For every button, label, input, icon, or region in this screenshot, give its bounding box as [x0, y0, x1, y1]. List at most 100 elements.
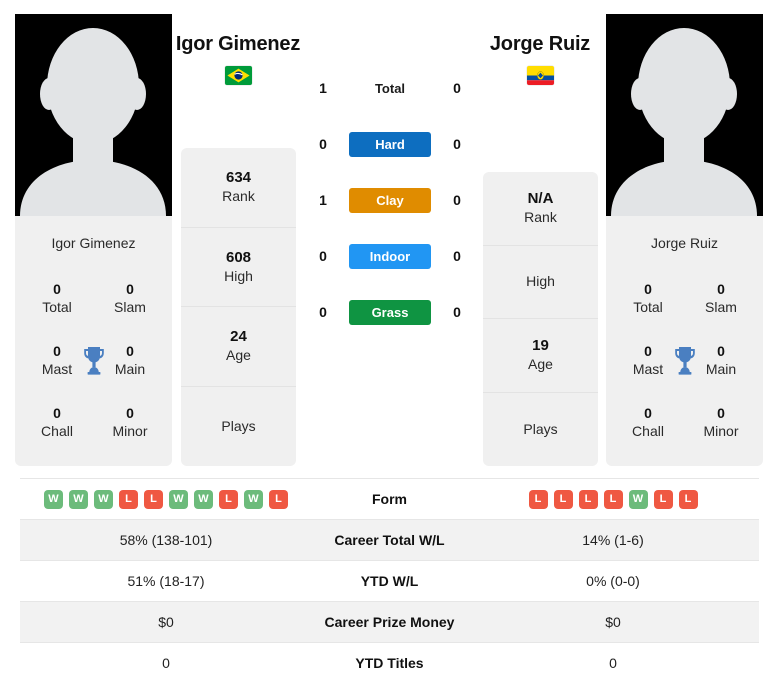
- titles-chall: 0 Chall: [624, 404, 672, 441]
- form-badges-right: LLLLWLL: [467, 489, 759, 509]
- surface-score-left: 0: [319, 248, 327, 264]
- plays-label: Plays: [221, 417, 256, 434]
- surface-badge-clay[interactable]: Clay: [349, 187, 431, 213]
- surface-score-right: 0: [453, 248, 461, 264]
- rank-value: 634: [225, 169, 252, 187]
- surface-row-total: 1 Total 0: [300, 60, 480, 116]
- titles-slam: 0 Slam: [106, 280, 154, 317]
- surface-score-left: 1: [319, 80, 327, 96]
- titles-slam-label: Slam: [705, 298, 737, 315]
- trophy-icon: [674, 347, 695, 375]
- table-row: $0 Career Prize Money $0: [20, 601, 759, 642]
- titles-main-label: Main: [705, 360, 737, 377]
- surface-score-right: 0: [453, 304, 461, 320]
- form-badge-win: W: [244, 489, 263, 509]
- surface-score-left: 0: [319, 136, 327, 152]
- rank-cell-high: High: [483, 246, 598, 319]
- titles-chall-label: Chall: [41, 422, 73, 439]
- table-row: 51% (18-17) YTD W/L 0% (0-0): [20, 560, 759, 601]
- high-label: High: [224, 267, 253, 284]
- form-badge-loss: L: [269, 489, 288, 509]
- player-comparison-header: Igor Gimenez Jorge Ruiz 1 Total 0 0 Hard…: [0, 0, 779, 472]
- titles-grid-left: 0 Total 0 Slam 0 Mast 0 Main 0 Chall 0 M…: [15, 267, 172, 453]
- rank-label: Rank: [524, 209, 557, 226]
- head-to-head-comparison: Igor Gimenez Jorge Ruiz 1 Total 0 0 Hard…: [0, 0, 779, 699]
- high-label: High: [526, 273, 555, 290]
- form-cell-right: LLLLWLL: [467, 489, 759, 509]
- titles-chall: 0 Chall: [33, 404, 81, 441]
- titles-total-value: 0: [644, 280, 652, 297]
- titles-minor-value: 0: [717, 404, 725, 421]
- stat-value-right: $0: [605, 614, 621, 630]
- titles-main: 0 Main: [697, 342, 745, 379]
- player-card-name: Jorge Ruiz: [651, 235, 718, 251]
- age-value: 24: [230, 328, 247, 346]
- rank-cell-age: 24 Age: [181, 307, 296, 387]
- rank-card-right: N/A Rank High 19 Age Plays: [483, 172, 598, 466]
- player-name-right: Jorge Ruiz: [489, 33, 591, 55]
- table-row: 58% (138-101) Career Total W/L 14% (1-6): [20, 519, 759, 560]
- form-badge-win: W: [44, 489, 63, 509]
- titles-minor-label: Minor: [112, 422, 148, 439]
- stat-value-left: 58% (138-101): [119, 532, 213, 548]
- titles-mast-label: Mast: [41, 360, 73, 377]
- titles-row-3: 0 Chall 0 Minor: [606, 391, 763, 453]
- titles-mast-value: 0: [644, 342, 652, 359]
- surface-badge-grass[interactable]: Grass: [349, 299, 431, 325]
- stat-value-right: 0% (0-0): [586, 573, 640, 589]
- form-badges-left: WWWLLWWLWL: [20, 489, 312, 509]
- player-card-left: Igor Gimenez 0 Total 0 Slam 0 Mast 0 Mai…: [15, 216, 172, 466]
- titles-main-value: 0: [126, 342, 134, 359]
- stat-value-left: 0: [162, 655, 170, 671]
- age-label: Age: [226, 347, 251, 364]
- stat-value-left: $0: [158, 614, 174, 630]
- player-card-name: Igor Gimenez: [51, 235, 136, 251]
- form-badge-loss: L: [578, 489, 598, 509]
- titles-chall-value: 0: [53, 404, 61, 421]
- titles-slam-value: 0: [717, 280, 725, 297]
- high-value: 608: [225, 248, 252, 266]
- titles-slam: 0 Slam: [697, 280, 745, 317]
- titles-row-3: 0 Chall 0 Minor: [15, 391, 172, 453]
- titles-row-1: 0 Total 0 Slam: [15, 267, 172, 329]
- titles-chall-label: Chall: [632, 422, 664, 439]
- stat-label: Career Total W/L: [334, 532, 445, 548]
- titles-minor: 0 Minor: [697, 404, 745, 441]
- form-cell-left: WWWLLWWLWL: [20, 489, 312, 509]
- surface-score-list: 1 Total 0 0 Hard 0 1 Clay 0 0 Indoor 0 0: [300, 60, 480, 340]
- rank-card-left: 634 Rank 608 High 24 Age Plays: [181, 148, 296, 466]
- rank-cell-high: 608 High: [181, 228, 296, 307]
- titles-chall-value: 0: [644, 404, 652, 421]
- stat-label: Career Prize Money: [324, 614, 455, 630]
- titles-main-label: Main: [114, 360, 146, 377]
- surface-score-left: 0: [319, 304, 327, 320]
- titles-main-value: 0: [717, 342, 725, 359]
- age-value: 19: [532, 337, 549, 355]
- stat-label: YTD Titles: [355, 655, 424, 671]
- titles-total-value: 0: [53, 280, 61, 297]
- stat-value-right: 14% (1-6): [582, 532, 644, 548]
- table-row: WWWLLWWLWL Form LLLLWLL: [20, 478, 759, 519]
- surface-badge-hard[interactable]: Hard: [349, 131, 431, 157]
- form-badge-win: W: [628, 489, 648, 509]
- surface-label-total: Total: [374, 80, 406, 96]
- titles-row-2: 0 Mast 0 Main: [15, 329, 172, 391]
- titles-mast: 0 Mast: [33, 342, 81, 379]
- titles-total: 0 Total: [33, 280, 81, 317]
- surface-badge-indoor[interactable]: Indoor: [349, 243, 431, 269]
- form-badge-loss: L: [553, 489, 573, 509]
- form-badge-loss: L: [119, 489, 138, 509]
- plays-label: Plays: [523, 420, 558, 437]
- form-badge-win: W: [94, 489, 113, 509]
- rank-label: Rank: [222, 188, 255, 205]
- titles-row-1: 0 Total 0 Slam: [606, 267, 763, 329]
- brazil-flag-icon: [225, 66, 252, 85]
- stat-value-left: 51% (18-17): [127, 573, 205, 589]
- titles-grid-right: 0 Total 0 Slam 0 Mast 0 Main 0 Chall 0 M…: [606, 267, 763, 453]
- titles-main: 0 Main: [106, 342, 154, 379]
- form-badge-loss: L: [603, 489, 623, 509]
- stat-label: Form: [372, 491, 407, 507]
- form-badge-win: W: [169, 489, 188, 509]
- surface-score-right: 0: [453, 192, 461, 208]
- rank-cell-plays: Plays: [483, 393, 598, 467]
